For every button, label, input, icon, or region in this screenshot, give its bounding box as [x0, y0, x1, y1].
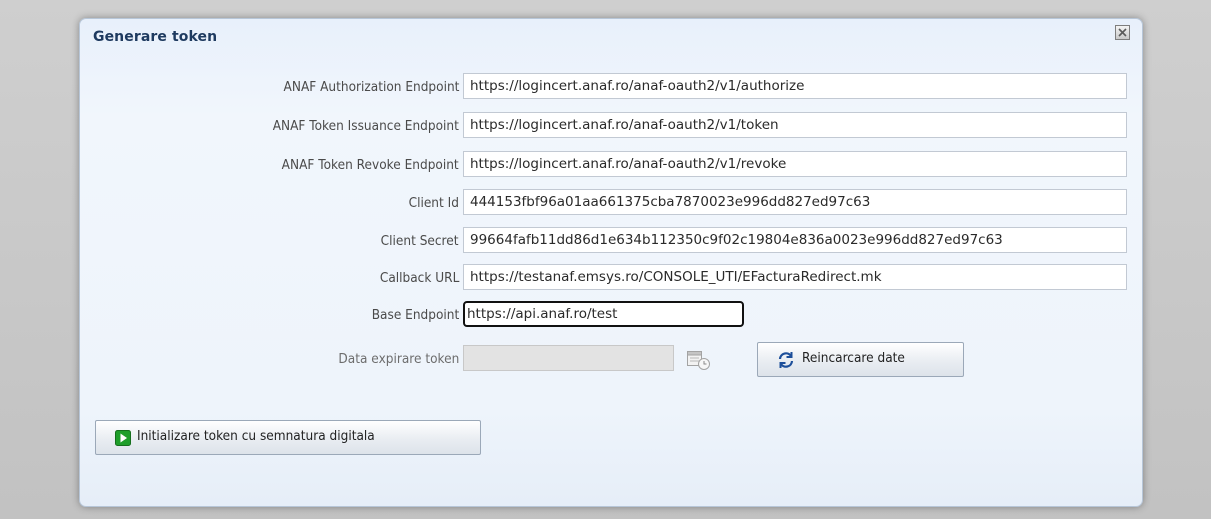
init-token-label: Initializare token cu semnatura digitala — [137, 428, 375, 444]
row-authorization-endpoint: ANAF Authorization Endpoint — [80, 73, 1142, 99]
close-button[interactable] — [1115, 25, 1130, 40]
generare-token-dialog: Generare token ANAF Authorization Endpoi… — [79, 18, 1143, 507]
row-client-id: Client Id — [80, 189, 1142, 215]
calendar-clock-icon[interactable] — [686, 348, 712, 372]
token-expiry-label: Data expirare token — [338, 351, 459, 367]
reload-data-label: Reincarcare date — [802, 350, 905, 366]
authorization-endpoint-input[interactable] — [463, 73, 1127, 99]
token-revoke-endpoint-input[interactable] — [463, 151, 1127, 177]
token-issuance-endpoint-input[interactable] — [463, 112, 1127, 138]
callback-url-input[interactable] — [463, 264, 1127, 290]
row-token-expiry: Data expirare token — [80, 345, 1142, 371]
row-base-endpoint: Base Endpoint — [80, 301, 1142, 327]
token-expiry-input[interactable] — [463, 345, 674, 371]
close-icon — [1118, 28, 1127, 37]
client-secret-input[interactable] — [463, 227, 1127, 253]
token-issuance-endpoint-label: ANAF Token Issuance Endpoint — [272, 118, 459, 134]
init-token-button[interactable]: Initializare token cu semnatura digitala — [95, 420, 481, 455]
dialog-title: Generare token — [93, 29, 218, 45]
authorization-endpoint-label: ANAF Authorization Endpoint — [283, 79, 459, 95]
base-endpoint-input[interactable] — [463, 301, 744, 327]
page-background: Generare token ANAF Authorization Endpoi… — [0, 0, 1211, 519]
token-revoke-endpoint-label: ANAF Token Revoke Endpoint — [281, 157, 459, 173]
reload-data-button[interactable]: Reincarcare date — [757, 342, 964, 377]
green-play-icon — [115, 430, 131, 446]
row-callback-url: Callback URL — [80, 264, 1142, 290]
base-endpoint-label: Base Endpoint — [371, 307, 459, 323]
row-token-issuance-endpoint: ANAF Token Issuance Endpoint — [80, 112, 1142, 138]
row-client-secret: Client Secret — [80, 227, 1142, 253]
callback-url-label: Callback URL — [379, 270, 459, 286]
client-id-input[interactable] — [463, 189, 1127, 215]
client-secret-label: Client Secret — [381, 233, 459, 249]
refresh-icon — [778, 352, 794, 368]
client-id-label: Client Id — [408, 195, 459, 211]
row-token-revoke-endpoint: ANAF Token Revoke Endpoint — [80, 151, 1142, 177]
